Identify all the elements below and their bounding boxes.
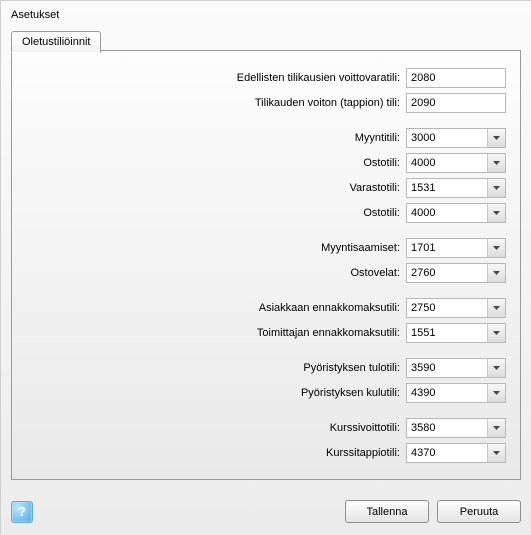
label-receivables: Myyntisaamiset: xyxy=(12,242,406,254)
chevron-down-icon[interactable] xyxy=(487,324,505,342)
combo-supp-advance[interactable] xyxy=(406,323,506,343)
chevron-down-icon[interactable] xyxy=(487,129,505,147)
settings-window: Asetukset Oletustiliöinnit Edellisten ti… xyxy=(0,0,531,535)
label-cust-advance: Asiakkaan ennakkomaksutili: xyxy=(12,302,406,314)
footer: ? Tallenna Peruuta xyxy=(11,500,521,523)
combo-purchase2[interactable] xyxy=(406,203,506,223)
label-inventory: Varastotili: xyxy=(12,182,406,194)
chevron-down-icon[interactable] xyxy=(487,154,505,172)
chevron-down-icon[interactable] xyxy=(487,179,505,197)
input-prev-profit[interactable] xyxy=(406,68,506,88)
combo-receivables[interactable] xyxy=(406,238,506,258)
combo-fx-gain[interactable] xyxy=(406,418,506,438)
label-fx-loss: Kurssitappiotili: xyxy=(12,447,406,459)
cancel-button[interactable]: Peruuta xyxy=(437,500,521,523)
combo-inventory[interactable] xyxy=(406,178,506,198)
chevron-down-icon[interactable] xyxy=(487,299,505,317)
combo-rounding-expense[interactable] xyxy=(406,383,506,403)
chevron-down-icon[interactable] xyxy=(487,384,505,402)
chevron-down-icon[interactable] xyxy=(487,359,505,377)
label-supp-advance: Toimittajan ennakkomaksutili: xyxy=(12,327,406,339)
chevron-down-icon[interactable] xyxy=(487,239,505,257)
save-button[interactable]: Tallenna xyxy=(345,500,429,523)
label-sales: Myyntitili: xyxy=(12,132,406,144)
help-symbol: ? xyxy=(18,504,26,519)
chevron-down-icon[interactable] xyxy=(487,444,505,462)
input-period-profit[interactable] xyxy=(406,93,506,113)
label-rounding-expense: Pyöristyksen kulutili: xyxy=(12,387,406,399)
chevron-down-icon[interactable] xyxy=(487,419,505,437)
combo-sales[interactable] xyxy=(406,128,506,148)
window-title: Asetukset xyxy=(11,9,521,21)
chevron-down-icon[interactable] xyxy=(487,204,505,222)
tab-panel: Edellisten tilikausien voittovaratili: T… xyxy=(11,50,521,480)
label-rounding-income: Pyöristyksen tulotili: xyxy=(12,362,406,374)
tabstrip: Oletustiliöinnit xyxy=(11,31,521,51)
help-icon[interactable]: ? xyxy=(11,501,33,523)
label-purchase: Ostotili: xyxy=(12,157,406,169)
combo-rounding-income[interactable] xyxy=(406,358,506,378)
combo-payables[interactable] xyxy=(406,263,506,283)
chevron-down-icon[interactable] xyxy=(487,264,505,282)
label-purchase2: Ostotili: xyxy=(12,207,406,219)
combo-purchase[interactable] xyxy=(406,153,506,173)
label-prev-profit: Edellisten tilikausien voittovaratili: xyxy=(12,72,406,84)
label-period-profit: Tilikauden voiton (tappion) tili: xyxy=(12,97,406,109)
tab-default-accounts[interactable]: Oletustiliöinnit xyxy=(11,31,101,53)
label-fx-gain: Kurssivoittotili: xyxy=(12,422,406,434)
combo-cust-advance[interactable] xyxy=(406,298,506,318)
label-payables: Ostovelat: xyxy=(12,267,406,279)
tab-label: Oletustiliöinnit xyxy=(22,36,90,48)
combo-fx-loss[interactable] xyxy=(406,443,506,463)
